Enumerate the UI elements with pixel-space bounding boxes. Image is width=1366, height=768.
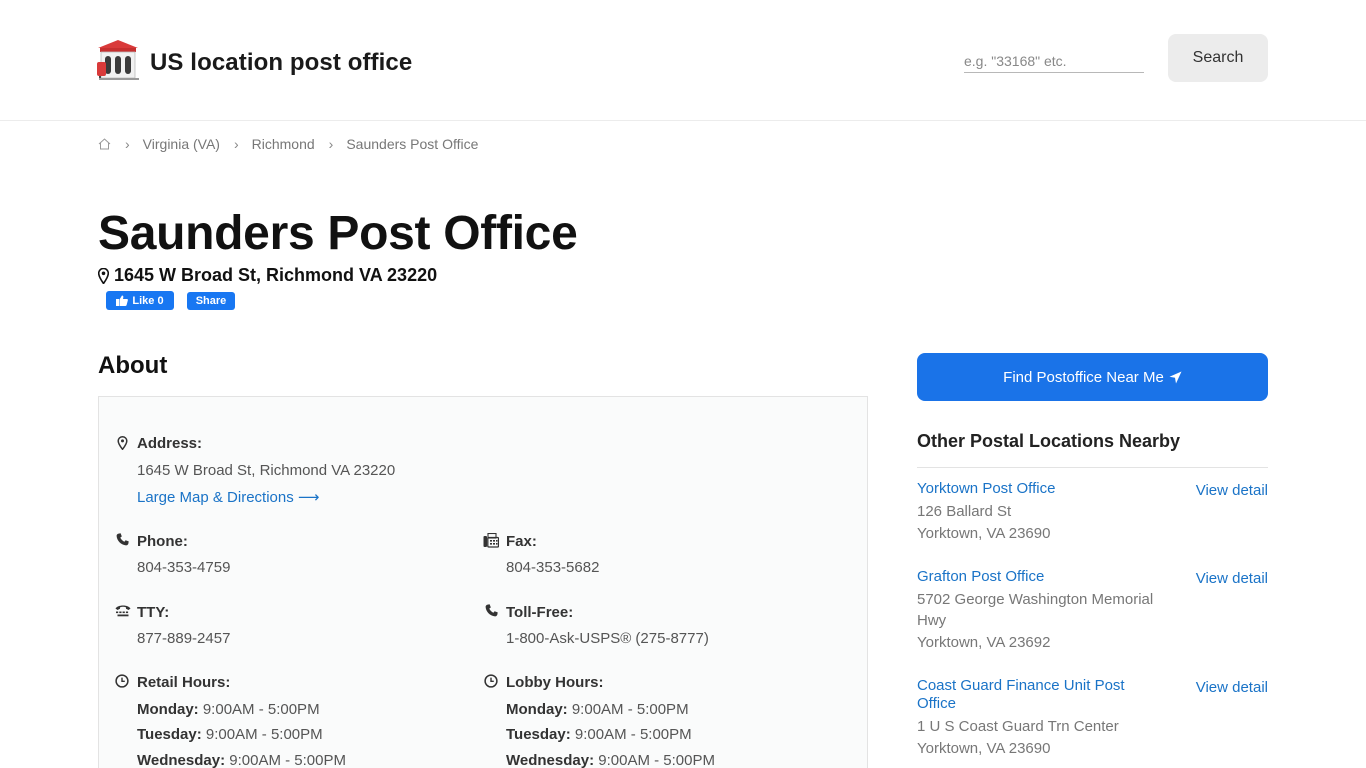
nearby-location-name[interactable]: Grafton Post Office [917,568,1157,586]
home-icon[interactable] [98,138,111,150]
post-office-building-icon[interactable] [97,40,139,80]
breadcrumb: › Virginia (VA) › Richmond › Saunders Po… [98,135,478,153]
lobby-hours-label: Lobby Hours: [506,674,604,691]
view-detail-link[interactable]: View detail [1196,679,1268,696]
nearby-heading: Other Postal Locations Nearby [917,431,1181,451]
map-pin-icon [98,267,109,284]
retail-hours-row: Wednesday: 9:00AM - 5:00PM [137,752,346,768]
tollfree-value: 1-800-Ask-USPS® (275-8777) [506,630,709,647]
nearby-location-street: 126 Ballard St [917,503,1012,520]
about-heading: About [98,352,168,379]
office-address: 1645 W Broad St, Richmond VA 23220 [98,265,437,286]
retail-hours-row: Monday: 9:00AM - 5:00PM [137,701,320,718]
find-button-label: Find Postoffice Near Me [1003,368,1164,386]
map-directions-link[interactable]: Large Map & Directions ⟶ [137,488,319,506]
facebook-like-label: Like 0 [132,294,164,307]
phone-value[interactable]: 804-353-4759 [137,559,230,576]
page-title: Saunders Post Office [98,207,578,260]
search-button[interactable]: Search [1168,34,1268,82]
lobby-hours-row: Wednesday: 9:00AM - 5:00PM [506,752,715,768]
search-input[interactable] [964,50,1144,73]
address-label: Address: [137,435,203,452]
breadcrumb-separator: › [125,136,130,152]
breadcrumb-item-city[interactable]: Richmond [252,136,315,152]
phone-icon [116,533,129,546]
address-value: 1645 W Broad St, Richmond VA 23220 [137,462,396,479]
clock-icon [115,674,129,688]
breadcrumb-item-state[interactable]: Virginia (VA) [143,136,220,152]
retail-hours-label: Retail Hours: [137,674,231,691]
phone-label: Phone: [137,533,188,550]
site-title[interactable]: US location post office [150,49,412,77]
fax-icon [483,533,499,548]
breadcrumb-separator: › [233,136,239,152]
nearby-location-street: 5702 George Washington Memorial Hwy [917,591,1154,629]
fax-value: 804-353-5682 [506,559,600,576]
view-detail-link[interactable]: View detail [1196,570,1268,587]
tty-icon [115,605,131,617]
nearby-location-name[interactable]: Coast Guard Finance Unit Post Office [917,677,1152,713]
breadcrumb-separator: › [328,136,334,152]
about-card: Address: 1645 W Broad St, Richmond VA 23… [98,396,868,768]
nearby-location-item: Yorktown Post Office View detail 126 Bal… [917,480,1268,550]
lobby-hours-row: Tuesday: 9:00AM - 5:00PM [506,726,692,743]
clock-icon [484,674,498,688]
thumbs-up-icon [116,295,129,306]
breadcrumb-item-current: Saunders Post Office [346,136,479,152]
find-postoffice-near-me-button[interactable]: Find Postoffice Near Me [917,353,1268,401]
view-detail-link[interactable]: View detail [1196,482,1268,499]
tollfree-label: Toll-Free: [506,604,574,621]
location-arrow-icon [1169,371,1182,383]
retail-hours-row: Tuesday: 9:00AM - 5:00PM [137,726,323,743]
site-header: US location post office Search [0,0,1366,121]
phone-icon [485,604,498,617]
tty-value: 877-889-2457 [137,630,231,647]
nearby-location-city: Yorktown, VA 23692 [917,634,1051,651]
nearby-location-city: Yorktown, VA 23690 [917,740,1051,757]
tty-label: TTY: [137,604,170,621]
nearby-location-city: Yorktown, VA 23690 [917,525,1051,542]
nearby-location-item: Grafton Post Office View detail 5702 Geo… [917,568,1268,658]
facebook-share-button[interactable]: Share [187,292,235,310]
nearby-location-item: Coast Guard Finance Unit Post Office Vie… [917,677,1268,767]
nearby-location-name[interactable]: Yorktown Post Office [917,480,1157,498]
sidebar-divider [917,467,1268,468]
office-address-text: 1645 W Broad St, Richmond VA 23220 [114,265,438,285]
map-pin-icon [117,436,128,450]
facebook-like-button[interactable]: Like 0 [106,291,174,310]
fax-label: Fax: [506,533,537,550]
nearby-location-street: 1 U S Coast Guard Trn Center [917,718,1119,735]
lobby-hours-row: Monday: 9:00AM - 5:00PM [506,701,689,718]
